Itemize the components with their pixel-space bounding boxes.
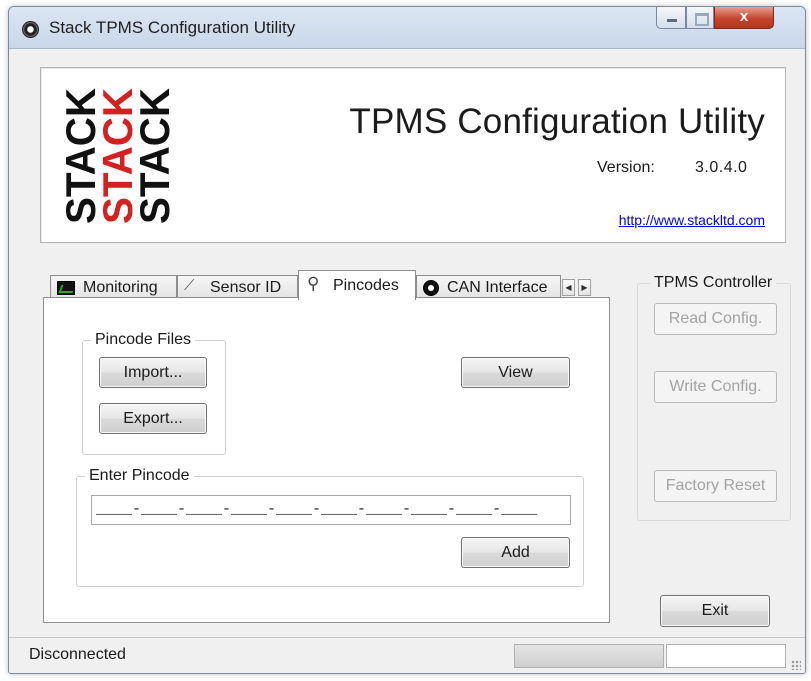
tab-pincodes-label: Pincodes [333, 276, 399, 294]
pincode-files-label: Pincode Files [91, 331, 196, 349]
maximize-button[interactable] [686, 7, 714, 29]
factory-reset-button[interactable]: Factory Reset [654, 470, 777, 502]
read-config-button[interactable]: Read Config. [654, 303, 777, 335]
can-icon [423, 279, 439, 296]
view-button[interactable]: View [461, 357, 570, 388]
monitor-icon [57, 280, 75, 295]
close-button[interactable]: x [714, 7, 774, 29]
tab-sensor-id[interactable]: Sensor ID [177, 275, 298, 299]
minimize-button[interactable] [656, 7, 686, 29]
close-icon: x [739, 8, 749, 25]
write-config-button[interactable]: Write Config. [654, 371, 777, 403]
tab-scroll-right-button[interactable]: ▶ [578, 279, 591, 296]
website-link[interactable]: http://www.stackltd.com [619, 212, 765, 228]
enter-pincode-label: Enter Pincode [85, 467, 194, 485]
enter-pincode-group: Enter Pincode [76, 467, 584, 587]
add-button[interactable]: Add [461, 537, 570, 568]
header-panel: STACK STACK STACK TPMS Configuration Uti… [40, 67, 786, 243]
app-icon[interactable] [22, 21, 39, 38]
status-progress-bar [514, 644, 664, 668]
version-value: 3.0.4.0 [695, 159, 748, 176]
export-button[interactable]: Export... [99, 403, 207, 434]
tab-monitoring-label: Monitoring [83, 278, 158, 296]
title-bar[interactable]: Stack TPMS Configuration Utility x [9, 7, 805, 49]
pincode-input[interactable]: ____-____-____-____-____-____-____-____-… [91, 495, 571, 525]
status-bar: Disconnected [9, 637, 805, 673]
window-title: Stack TPMS Configuration Utility [49, 18, 296, 37]
sensor-icon [184, 277, 202, 295]
exit-button[interactable]: Exit [660, 595, 770, 627]
version-label: Version: [597, 159, 655, 176]
connection-status: Disconnected [29, 646, 126, 663]
logo-word-3: STACK [131, 88, 173, 224]
key-icon [307, 274, 325, 294]
tpms-controller-label: TPMS Controller [650, 274, 777, 292]
tab-monitoring[interactable]: Monitoring [50, 275, 177, 299]
stack-logo: STACK STACK STACK [61, 88, 173, 224]
tab-pincodes[interactable]: Pincodes [298, 270, 416, 300]
app-title: TPMS Configuration Utility [349, 102, 765, 141]
tab-scroll-left-button[interactable]: ◀ [562, 279, 575, 296]
tab-sensor-id-label: Sensor ID [210, 278, 282, 296]
resize-grip-icon[interactable] [791, 660, 801, 670]
import-button[interactable]: Import... [99, 357, 207, 388]
status-field [666, 644, 786, 668]
tab-can-interface[interactable]: CAN Interface [416, 275, 561, 299]
main-window: Stack TPMS Configuration Utility x STACK… [8, 6, 806, 674]
tab-can-interface-label: CAN Interface [447, 278, 548, 296]
